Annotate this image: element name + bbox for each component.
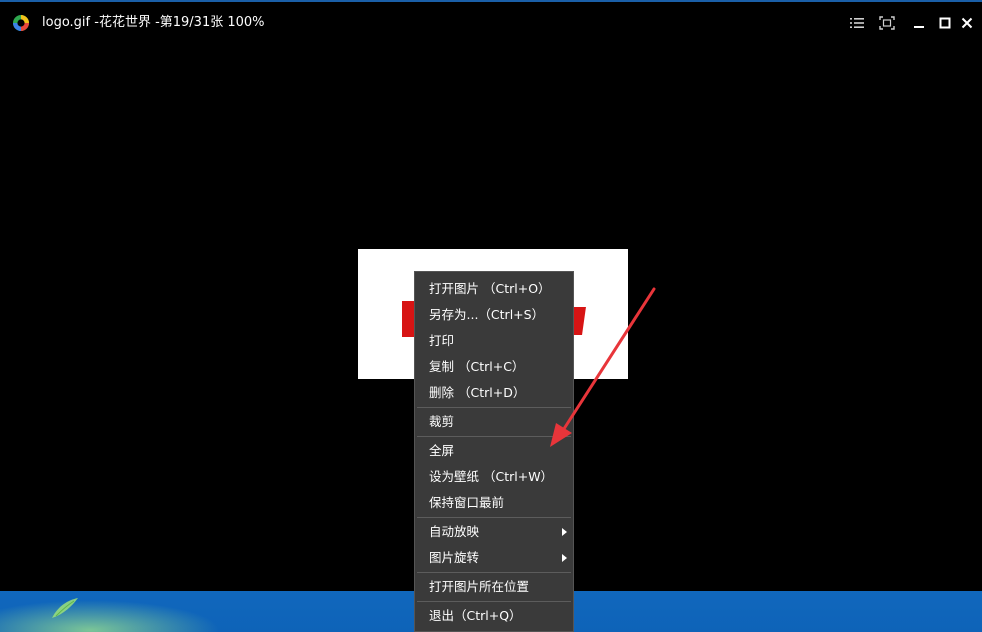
menu-item-fullscreen[interactable]: 全屏 bbox=[415, 438, 573, 464]
menu-item-open-image[interactable]: 打开图片 （Ctrl+O） bbox=[415, 276, 573, 302]
maximize-button[interactable] bbox=[934, 12, 956, 34]
menu-separator bbox=[417, 407, 571, 408]
minimize-button[interactable] bbox=[908, 12, 930, 34]
menu-item-always-on-top[interactable]: 保持窗口最前 bbox=[415, 490, 573, 516]
menu-separator bbox=[417, 572, 571, 573]
menu-item-copy[interactable]: 复制 （Ctrl+C） bbox=[415, 354, 573, 380]
wallpaper-leaf-icon bbox=[52, 598, 78, 618]
menu-separator bbox=[417, 436, 571, 437]
menu-item-set-wallpaper[interactable]: 设为壁纸 （Ctrl+W） bbox=[415, 464, 573, 490]
app-logo-icon bbox=[13, 15, 29, 31]
menu-item-crop[interactable]: 裁剪 bbox=[415, 409, 573, 435]
fit-screen-button[interactable] bbox=[876, 12, 898, 34]
submenu-arrow-icon bbox=[562, 554, 567, 562]
fit-screen-icon bbox=[879, 16, 895, 30]
menu-list-button[interactable] bbox=[846, 12, 868, 34]
close-button[interactable] bbox=[956, 12, 978, 34]
desktop-wallpaper-glow bbox=[0, 600, 220, 632]
context-menu: 打开图片 （Ctrl+O） 另存为...（Ctrl+S） 打印 复制 （Ctrl… bbox=[414, 271, 574, 632]
menu-separator bbox=[417, 601, 571, 602]
window-title: logo.gif -花花世界 -第19/31张 100% bbox=[42, 15, 265, 30]
menu-item-open-location[interactable]: 打开图片所在位置 bbox=[415, 574, 573, 600]
menu-item-slideshow[interactable]: 自动放映 bbox=[415, 519, 573, 545]
menu-item-slideshow-label: 自动放映 bbox=[429, 524, 480, 539]
menu-item-rotate[interactable]: 图片旋转 bbox=[415, 545, 573, 571]
menu-item-save-as[interactable]: 另存为...（Ctrl+S） bbox=[415, 302, 573, 328]
list-icon bbox=[850, 18, 864, 28]
submenu-arrow-icon bbox=[562, 528, 567, 536]
close-icon bbox=[961, 17, 973, 29]
minimize-icon bbox=[914, 26, 924, 28]
menu-separator bbox=[417, 517, 571, 518]
menu-item-delete[interactable]: 删除 （Ctrl+D） bbox=[415, 380, 573, 406]
maximize-icon bbox=[939, 17, 951, 29]
menu-item-rotate-label: 图片旋转 bbox=[429, 550, 480, 565]
titlebar[interactable]: logo.gif -花花世界 -第19/31张 100% bbox=[0, 2, 982, 44]
menu-item-print[interactable]: 打印 bbox=[415, 328, 573, 354]
menu-item-exit[interactable]: 退出（Ctrl+Q） bbox=[415, 603, 573, 629]
